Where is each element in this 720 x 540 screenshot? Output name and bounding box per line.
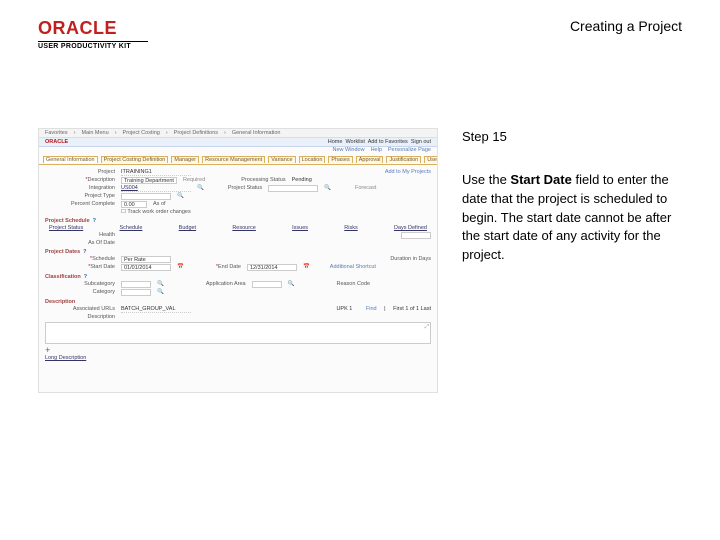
as-of-label: As of	[153, 201, 166, 208]
page-title: Creating a Project	[570, 18, 682, 34]
project-type-label: Project Type	[45, 193, 115, 200]
tab-justification[interactable]: Justification	[386, 156, 421, 163]
category-input[interactable]	[121, 289, 151, 296]
link-find[interactable]: Find	[366, 306, 377, 313]
project-value: ITRAINING1	[121, 169, 191, 176]
embedded-screenshot: Favorites› Main Menu› Project Costing› P…	[38, 128, 438, 393]
calendar-icon[interactable]: 📅	[177, 264, 184, 271]
associated-urls-value: BATCH_GROUP_VAL	[121, 306, 191, 313]
breadcrumb: Favorites› Main Menu› Project Costing› P…	[39, 129, 437, 138]
category-label: Category	[45, 289, 115, 296]
expand-icon[interactable]: ⤢	[425, 324, 429, 331]
schedule-select[interactable]: Per Rate	[121, 256, 171, 263]
divider	[38, 41, 148, 42]
integration-value: US004	[121, 185, 191, 192]
tab-project-costing-definition[interactable]: Project Costing Definition	[101, 156, 169, 163]
description-input[interactable]: Training Department	[121, 177, 177, 184]
description-section: Description	[45, 299, 431, 305]
lookup-icon[interactable]: 🔍	[177, 193, 184, 200]
schedule-label: *Schedule	[45, 256, 115, 263]
description-textarea[interactable]: ⤢	[45, 322, 431, 344]
link-favorites[interactable]: Add to Favorites	[368, 139, 408, 145]
app-brand: ORACLE	[45, 139, 68, 145]
application-area-input[interactable]	[252, 281, 282, 288]
duration-label: Duration in Days	[390, 256, 431, 263]
lookup-icon[interactable]: 🔍	[157, 281, 164, 288]
lookup-icon[interactable]: 🔍	[197, 185, 204, 192]
help-icon[interactable]: ?	[83, 249, 86, 255]
add-row-icon[interactable]: ＋	[45, 346, 51, 354]
tab-phases[interactable]: Phases	[328, 156, 352, 163]
project-type-input[interactable]	[121, 193, 171, 200]
project-label: Project	[45, 169, 115, 176]
link-new-window[interactable]: New Window	[332, 147, 364, 155]
description-label: *Description	[45, 177, 115, 184]
page-actions: New Window Help Personalize Page	[39, 147, 437, 155]
link-additional-shortcut[interactable]: Additional Shortcut	[330, 264, 376, 271]
link-worklist[interactable]: Worklist	[345, 139, 364, 145]
brand-text: ORACLE	[38, 18, 148, 39]
calendar-icon[interactable]: 📅	[303, 264, 310, 271]
link-help[interactable]: Help	[371, 147, 382, 155]
link-add-to-my-projects[interactable]: Add to My Projects	[385, 169, 431, 176]
subcategory-input[interactable]	[121, 281, 151, 288]
project-dates-section: Project Dates ?	[45, 249, 431, 255]
app-bar: ORACLE Home Worklist Add to Favorites Si…	[39, 138, 437, 147]
tab-resource-management[interactable]: Resource Management	[202, 156, 265, 163]
project-status-input[interactable]	[268, 185, 318, 192]
oracle-logo: ORACLE USER PRODUCTIVITY KIT	[38, 18, 148, 50]
tab-general-information[interactable]: General Information	[43, 156, 98, 163]
long-description-label: Long Description	[45, 355, 86, 361]
subbrand-text: USER PRODUCTIVITY KIT	[38, 43, 148, 50]
schedule-columns: Project Status Schedule Budget Resource …	[49, 225, 427, 231]
project-status-label: Project Status	[228, 185, 262, 192]
classification-section: Classification ?	[45, 274, 431, 280]
lookup-icon[interactable]: 🔍	[324, 185, 331, 192]
tab-approval[interactable]: Approval	[356, 156, 384, 163]
start-date-label: *Start Date	[45, 264, 115, 271]
link-personalize[interactable]: Personalize Page	[388, 147, 431, 155]
tab-location[interactable]: Location	[299, 156, 326, 163]
percent-complete-input[interactable]: 0.00	[121, 201, 147, 208]
description-area-label: Description	[45, 314, 115, 320]
desc-code: UPK 1	[336, 306, 352, 313]
help-icon[interactable]: ?	[93, 218, 96, 224]
days-defined-input[interactable]	[401, 232, 431, 239]
health-label: Health	[45, 232, 115, 239]
subcategory-label: Subcategory	[45, 281, 115, 288]
start-date-input[interactable]: 01/01/2014	[121, 264, 171, 271]
processing-status-label: Processing Status	[241, 177, 285, 184]
application-area-label: Application Area	[206, 281, 246, 288]
pager-text: First 1 of 1 Last	[393, 306, 431, 313]
project-schedule-section: Project Schedule ?	[45, 218, 431, 224]
tab-bar: General Information Project Costing Defi…	[39, 155, 437, 165]
instruction-text: Use the Start Date field to enter the da…	[462, 171, 682, 265]
required-icon: Required	[183, 177, 205, 184]
tab-variance[interactable]: Variance	[268, 156, 295, 163]
end-date-input[interactable]: 12/31/2014	[247, 264, 297, 271]
processing-status-value: Pending	[292, 177, 312, 184]
percent-complete-label: Percent Complete	[45, 201, 115, 208]
track-work-order-checkbox[interactable]: ☐ Track work order changes	[121, 209, 191, 215]
tab-manager[interactable]: Manager	[171, 156, 199, 163]
associated-urls-label: Associated URLs	[45, 306, 115, 313]
tab-user-fields[interactable]: User Fields	[424, 156, 438, 163]
forecast-label: Forecast	[355, 185, 376, 192]
reason-code-label: Reason Code	[336, 281, 370, 288]
help-icon[interactable]: ?	[84, 274, 87, 280]
lookup-icon[interactable]: 🔍	[288, 281, 295, 288]
step-label: Step 15	[462, 128, 682, 147]
end-date-label: *End Date	[216, 264, 241, 271]
integration-label: Integration	[45, 185, 115, 192]
lookup-icon[interactable]: 🔍	[157, 289, 164, 296]
link-signout[interactable]: Sign out	[411, 139, 431, 145]
link-home[interactable]: Home	[328, 139, 343, 145]
as-of-date-label: As Of Date	[45, 240, 115, 246]
